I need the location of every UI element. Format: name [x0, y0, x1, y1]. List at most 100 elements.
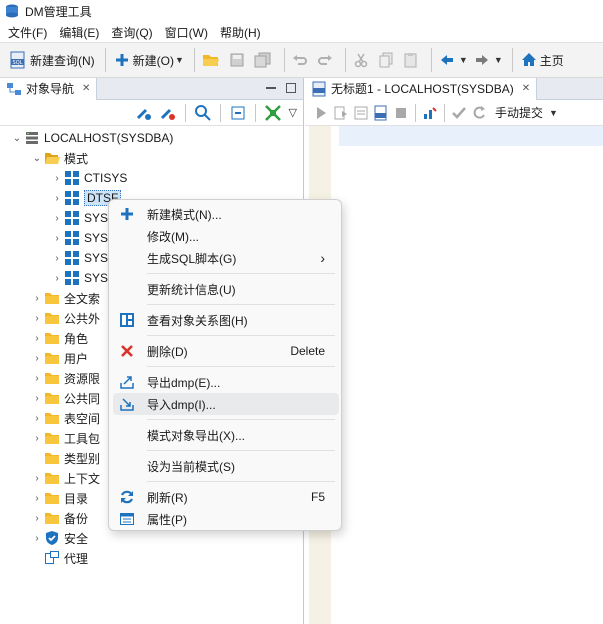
minimize-icon[interactable]	[265, 82, 277, 94]
tab-untitled-query[interactable]: 无标题1 - LOCALHOST(SYSDBA) ✕	[305, 77, 538, 100]
home-button[interactable]: 主页	[518, 47, 567, 73]
context-menu-item[interactable]: 修改(M)...	[113, 225, 339, 247]
sql-editor-area[interactable]	[305, 126, 603, 624]
chevron-right-icon[interactable]: ›	[30, 433, 44, 444]
explain-icon[interactable]	[353, 105, 369, 121]
menu-window[interactable]: 窗口(W)	[161, 24, 212, 41]
context-menu-item[interactable]: 新建模式(N)...	[113, 203, 339, 225]
toolbar-separator	[344, 48, 346, 72]
open-button[interactable]	[200, 47, 225, 73]
forward-button[interactable]: ▼	[472, 47, 505, 73]
cut-button[interactable]	[351, 47, 374, 73]
context-menu-item[interactable]: 删除(D) Delete	[113, 340, 339, 362]
chevron-right-icon[interactable]: ›	[50, 253, 64, 264]
context-menu-item[interactable]: 生成SQL脚本(G) ›	[113, 247, 339, 269]
tree-node-label: SYS	[84, 231, 109, 245]
shortcut-label: Delete	[290, 344, 325, 358]
tab-object-navigator[interactable]: 对象导航 ✕	[0, 77, 98, 100]
navigator-tab-label: 对象导航	[26, 82, 75, 96]
chevron-right-icon[interactable]: ›	[30, 373, 44, 384]
connect-icon[interactable]	[135, 104, 153, 122]
tree-node[interactable]: › 工具包	[30, 428, 100, 448]
search-icon[interactable]	[194, 104, 212, 122]
chevron-right-icon[interactable]: ›	[30, 473, 44, 484]
run-icon[interactable]	[313, 105, 329, 121]
disconnect-icon[interactable]	[159, 104, 177, 122]
menu-file[interactable]: 文件(F)	[4, 24, 51, 41]
context-menu-item[interactable]: 刷新(R) F5	[113, 486, 339, 508]
tree-node[interactable]: 类型别	[30, 448, 100, 468]
tree-node[interactable]: › 用户	[30, 348, 88, 368]
menu-edit[interactable]: 编辑(E)	[55, 24, 103, 41]
rollback-icon[interactable]	[471, 105, 487, 121]
menu-help[interactable]: 帮助(H)	[216, 24, 265, 41]
tree-node[interactable]: › 公共同	[30, 388, 100, 408]
tree-node[interactable]: › SYS	[50, 208, 108, 228]
chevron-right-icon[interactable]: ›	[50, 233, 64, 244]
stop-icon[interactable]	[393, 105, 409, 121]
close-icon[interactable]: ✕	[522, 83, 530, 94]
tree-node[interactable]: › 全文索	[30, 288, 100, 308]
commit-icon[interactable]	[451, 105, 467, 121]
tree-node[interactable]: › 安全	[30, 528, 88, 548]
tree-node[interactable]: › 公共外	[30, 308, 100, 328]
expand-icon[interactable]	[264, 104, 282, 122]
save-button[interactable]	[227, 47, 250, 73]
sql-script-icon[interactable]	[373, 105, 389, 121]
chevron-down-icon[interactable]: ⌄	[10, 133, 24, 144]
close-icon[interactable]: ✕	[82, 83, 90, 94]
chevron-right-icon[interactable]: ›	[30, 353, 44, 364]
context-menu-item[interactable]: 属性(P)	[113, 508, 339, 530]
new-button[interactable]: 新建(O) ▼	[111, 47, 187, 73]
context-menu-item[interactable]: 查看对象关系图(H)	[113, 309, 339, 331]
chevron-right-icon[interactable]: ›	[50, 213, 64, 224]
context-menu-item[interactable]: 设为当前模式(S)	[113, 455, 339, 477]
tree-node[interactable]: 代理	[30, 548, 88, 568]
context-menu-item[interactable]: 模式对象导出(X)...	[113, 424, 339, 446]
tree-node[interactable]: › 资源限	[30, 368, 100, 388]
tree-node[interactable]: › 表空间	[30, 408, 100, 428]
tree-node[interactable]: › 备份	[30, 508, 88, 528]
tree-node[interactable]: › 上下文	[30, 468, 100, 488]
commit-mode-select[interactable]: 手动提交 ▼	[495, 104, 558, 121]
chevron-right-icon[interactable]: ›	[30, 293, 44, 304]
save-all-button[interactable]	[252, 47, 277, 73]
new-dropdown-icon[interactable]: ▼	[175, 55, 184, 65]
context-menu-item[interactable]: 导入dmp(I)...	[113, 393, 339, 415]
paste-button[interactable]	[401, 47, 424, 73]
context-menu-item[interactable]: 更新统计信息(U)	[113, 278, 339, 300]
collapse-all-icon[interactable]	[229, 104, 247, 122]
chevron-right-icon[interactable]: ›	[50, 193, 64, 204]
chevron-down-icon[interactable]: ⌄	[30, 153, 44, 164]
tree-node[interactable]: › SYS	[50, 268, 108, 288]
chevron-right-icon[interactable]: ›	[30, 533, 44, 544]
chevron-right-icon[interactable]: ›	[30, 313, 44, 324]
chart-icon[interactable]	[422, 105, 438, 121]
forward-dropdown-icon[interactable]: ▼	[494, 55, 503, 65]
chevron-right-icon[interactable]: ›	[50, 173, 64, 184]
view-menu-icon[interactable]: ▽	[289, 106, 297, 119]
new-query-button[interactable]: SQL 新建查询(N)	[6, 47, 98, 73]
run-script-icon[interactable]	[333, 105, 349, 121]
tree-node[interactable]: › 角色	[30, 328, 88, 348]
back-dropdown-icon[interactable]: ▼	[459, 55, 468, 65]
chevron-right-icon[interactable]: ›	[30, 393, 44, 404]
chevron-right-icon[interactable]: ›	[30, 413, 44, 424]
copy-button[interactable]	[376, 47, 399, 73]
tree-node[interactable]: › CTISYS	[50, 168, 127, 188]
chevron-right-icon[interactable]: ›	[30, 333, 44, 344]
chevron-right-icon[interactable]: ›	[30, 513, 44, 524]
menu-query[interactable]: 查询(Q)	[107, 24, 156, 41]
maximize-icon[interactable]	[285, 82, 297, 94]
context-menu-item[interactable]: 导出dmp(E)...	[113, 371, 339, 393]
redo-button[interactable]	[315, 47, 338, 73]
undo-button[interactable]	[290, 47, 313, 73]
tree-node[interactable]: › SYS	[50, 228, 108, 248]
tree-node[interactable]: ⌄ 模式	[30, 148, 88, 168]
chevron-right-icon[interactable]: ›	[50, 273, 64, 284]
tree-node[interactable]: › 目录	[30, 488, 88, 508]
tree-node[interactable]: › SYS	[50, 248, 108, 268]
tree-node[interactable]: ⌄ LOCALHOST(SYSDBA)	[10, 128, 174, 148]
back-button[interactable]: ▼	[437, 47, 470, 73]
chevron-right-icon[interactable]: ›	[30, 493, 44, 504]
